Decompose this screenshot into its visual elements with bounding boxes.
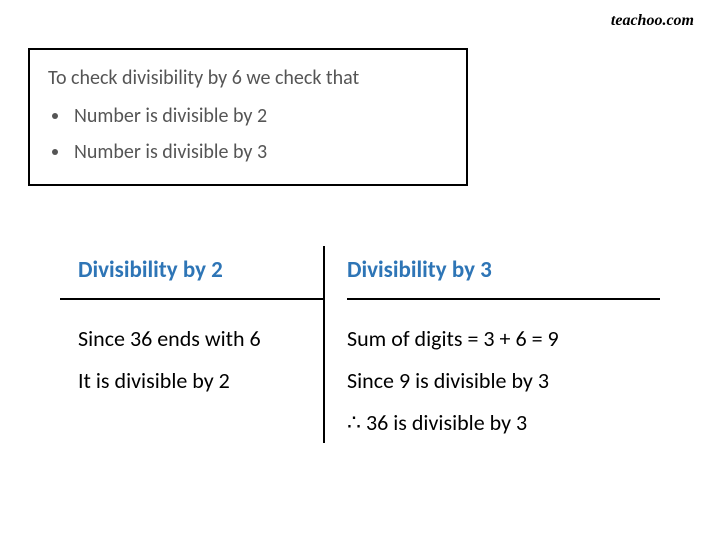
rule-title: To check divisibility by 6 we check that — [48, 66, 448, 90]
body-line: ∴ 36 is divisible by 3 — [347, 402, 660, 444]
bullet-icon — [52, 113, 58, 119]
rule-box: To check divisibility by 6 we check that… — [28, 48, 468, 186]
rule-item: Number is divisible by 2 — [48, 104, 448, 128]
col-header-right: Divisibility by 3 — [347, 246, 660, 300]
rule-item-text: Number is divisible by 2 — [74, 104, 267, 128]
body-line: Since 9 is divisible by 3 — [347, 360, 660, 402]
col-body-left: Since 36 ends with 6 It is divisible by … — [60, 300, 323, 402]
body-line: It is divisible by 2 — [78, 360, 323, 402]
body-line: Since 36 ends with 6 — [78, 318, 323, 360]
bullet-icon — [52, 149, 58, 155]
comparison-table: Divisibility by 2 Since 36 ends with 6 I… — [60, 246, 660, 443]
table-col-left: Divisibility by 2 Since 36 ends with 6 I… — [60, 246, 325, 443]
col-body-right: Sum of digits = 3 + 6 = 9 Since 9 is div… — [347, 300, 660, 443]
rule-item-text: Number is divisible by 3 — [74, 140, 267, 164]
rule-item: Number is divisible by 3 — [48, 140, 448, 164]
body-line: Sum of digits = 3 + 6 = 9 — [347, 318, 660, 360]
table-col-right: Divisibility by 3 Sum of digits = 3 + 6 … — [325, 246, 660, 443]
col-header-left: Divisibility by 2 — [60, 246, 323, 300]
watermark: teachoo.com — [611, 12, 694, 30]
